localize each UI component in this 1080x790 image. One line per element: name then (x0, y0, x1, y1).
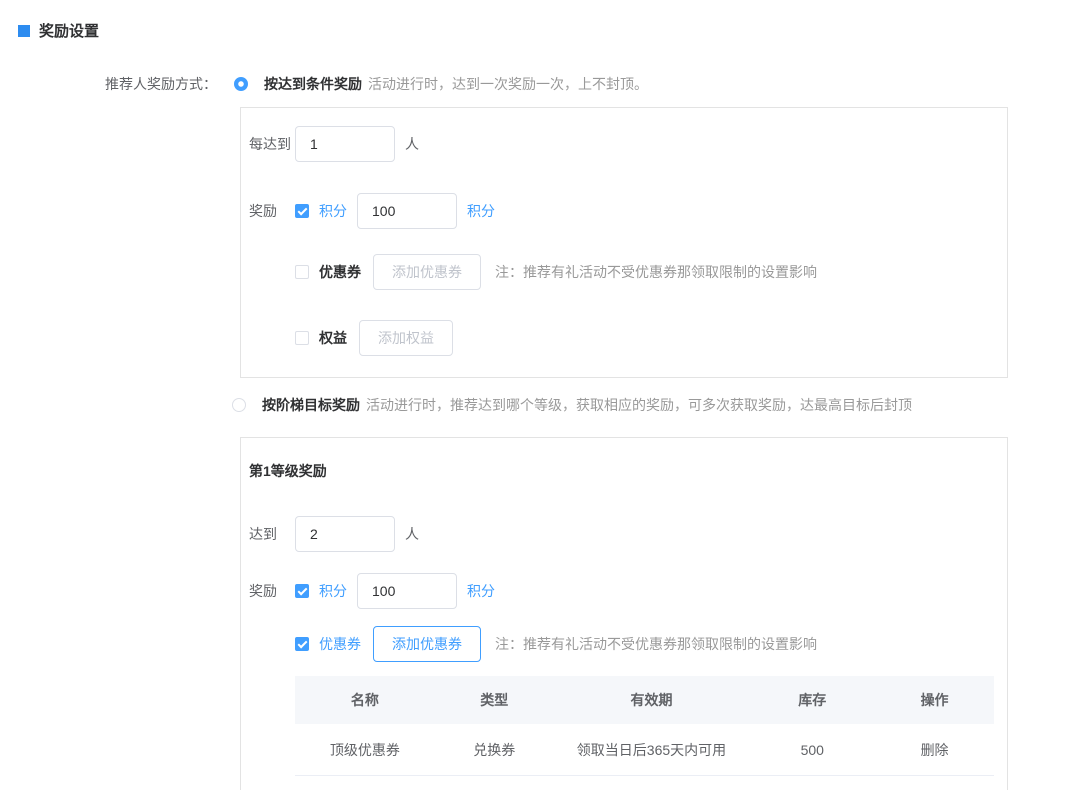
option-condition-title[interactable]: 按达到条件奖励 (264, 74, 362, 94)
cell-coupon-validity: 领取当日后365天内可用 (554, 740, 750, 760)
section-marker-icon (18, 25, 30, 37)
reward-points-row: 奖励 积分 积分 (249, 193, 1007, 229)
option-ladder-desc: 活动进行时，推荐达到哪个等级，获取相应的奖励，可多次获取奖励，达最高目标后封顶 (366, 395, 912, 415)
table-row: 顶级优惠券 兑换券 领取当日后365天内可用 500 删除 (295, 724, 994, 776)
points-checkbox-label[interactable]: 积分 (319, 201, 347, 221)
level1-reward-label: 奖励 (249, 581, 295, 601)
cell-coupon-type: 兑换券 (435, 740, 554, 760)
level1-points-checkbox-label[interactable]: 积分 (319, 581, 347, 601)
radio-ladder-reward[interactable] (232, 398, 246, 412)
radio-condition-reward[interactable] (234, 77, 248, 91)
rights-checkbox[interactable] (295, 331, 309, 345)
level1-reach-label: 达到 (249, 524, 295, 544)
col-validity: 有效期 (554, 690, 750, 710)
cell-coupon-stock: 500 (749, 742, 875, 758)
coupon-row: 优惠券 添加优惠券 注：推荐有礼活动不受优惠券那领取限制的设置影响 (295, 254, 1007, 290)
coupon-table: 名称 类型 有效期 库存 操作 顶级优惠券 兑换券 领取当日后365天内可用 5… (295, 676, 994, 776)
option-ladder-title[interactable]: 按阶梯目标奖励 (262, 395, 360, 415)
option-condition-desc: 活动进行时，达到一次奖励一次，上不封顶。 (368, 74, 648, 94)
add-coupon-button[interactable]: 添加优惠券 (373, 254, 481, 290)
coupon-table-header: 名称 类型 有效期 库存 操作 (295, 676, 994, 724)
page-title: 奖励设置 (39, 20, 99, 41)
ladder-reward-mode-row: 按阶梯目标奖励 活动进行时，推荐达到哪个等级，获取相应的奖励，可多次获取奖励，达… (232, 395, 912, 415)
level1-reach-unit: 人 (405, 524, 419, 544)
reward-label: 奖励 (249, 201, 295, 221)
points-checkbox[interactable] (295, 204, 309, 218)
referrer-reward-mode-row: 推荐人奖励方式： 按达到条件奖励 活动进行时，达到一次奖励一次，上不封顶。 (105, 74, 648, 94)
ladder-level1-panel: 第1等级奖励 达到 人 奖励 积分 积分 优惠券 添加优惠券 注：推荐有礼活动不… (240, 437, 1008, 790)
level1-title: 第1等级奖励 (249, 461, 1007, 481)
level1-coupon-row: 优惠券 添加优惠券 注：推荐有礼活动不受优惠券那领取限制的设置影响 (295, 626, 1007, 662)
rights-checkbox-label[interactable]: 权益 (319, 328, 347, 348)
level1-coupon-checkbox-label[interactable]: 优惠券 (319, 634, 361, 654)
reach-unit: 人 (405, 134, 419, 154)
col-action: 操作 (875, 690, 994, 710)
col-type: 类型 (435, 690, 554, 710)
level1-reward-points-row: 奖励 积分 积分 (249, 573, 1007, 609)
reach-label: 每达到 (249, 134, 295, 154)
reach-count-input[interactable] (295, 126, 395, 162)
rights-row: 权益 添加权益 (295, 320, 1007, 356)
level1-points-input[interactable] (357, 573, 457, 609)
col-name: 名称 (295, 690, 435, 710)
col-stock: 库存 (749, 690, 875, 710)
level1-reach-input[interactable] (295, 516, 395, 552)
add-rights-button[interactable]: 添加权益 (359, 320, 453, 356)
level1-points-unit: 积分 (467, 581, 495, 601)
level1-reach-row: 达到 人 (249, 516, 1007, 552)
coupon-checkbox[interactable] (295, 265, 309, 279)
level1-points-checkbox[interactable] (295, 584, 309, 598)
points-value-input[interactable] (357, 193, 457, 229)
level1-coupon-note: 注：推荐有礼活动不受优惠券那领取限制的设置影响 (495, 634, 817, 654)
referrer-reward-mode-label: 推荐人奖励方式： (105, 74, 217, 94)
level1-coupon-checkbox[interactable] (295, 637, 309, 651)
condition-reward-panel: 每达到 人 奖励 积分 积分 优惠券 添加优惠券 注：推荐有礼活动不受优惠券那领… (240, 107, 1008, 378)
points-unit: 积分 (467, 201, 495, 221)
level1-add-coupon-button[interactable]: 添加优惠券 (373, 626, 481, 662)
cell-coupon-name: 顶级优惠券 (295, 740, 435, 760)
delete-coupon-link[interactable]: 删除 (875, 740, 994, 760)
coupon-note: 注：推荐有礼活动不受优惠券那领取限制的设置影响 (495, 262, 817, 282)
section-header: 奖励设置 (18, 20, 99, 41)
coupon-checkbox-label[interactable]: 优惠券 (319, 262, 361, 282)
reach-row: 每达到 人 (249, 126, 1007, 162)
